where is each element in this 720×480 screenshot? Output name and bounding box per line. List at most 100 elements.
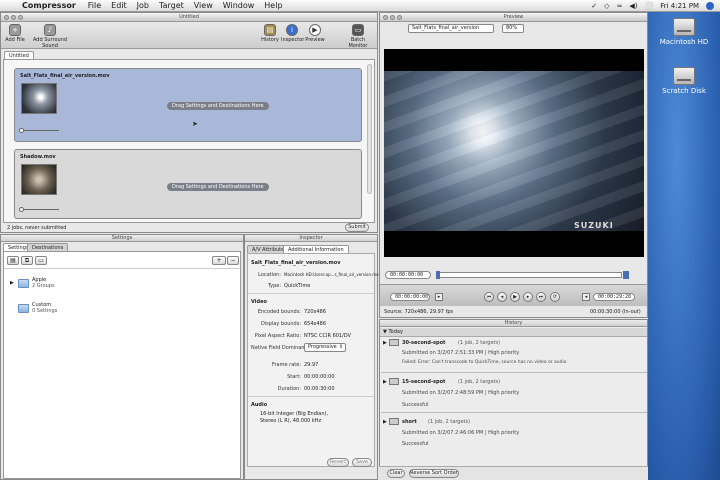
folder-icon[interactable]: ▭ (35, 256, 47, 265)
settings-folder-apple[interactable]: Apple 2 Groups (18, 277, 55, 289)
history-item-result: Failed: Error: Can't transcode to QuickT… (402, 360, 567, 365)
menu-help[interactable]: Help (264, 1, 282, 10)
history-button[interactable]: ▤ History (261, 24, 279, 43)
save-button[interactable]: Save (352, 458, 372, 467)
menu-target[interactable]: Target (159, 1, 184, 10)
revert-button[interactable]: Revert (327, 458, 349, 467)
settings-folder-custom[interactable]: Custom 0 Settings (18, 302, 57, 314)
mouse-cursor-icon: ➤ (192, 120, 198, 128)
preview-button[interactable]: ▶ Preview (305, 24, 325, 43)
menu-edit[interactable]: Edit (111, 1, 127, 10)
inspector-button[interactable]: i Inspector (281, 24, 304, 43)
duplicate-icon[interactable]: ⧉ (21, 256, 33, 265)
preview-titlebar: Preview (380, 13, 647, 22)
history-item-result: Successful (402, 402, 429, 408)
zoom-button[interactable] (18, 15, 23, 20)
field-dominance-select[interactable]: Progressive ⇕ (304, 343, 346, 352)
out-point-timecode[interactable]: 00:00:29:20 (593, 293, 635, 301)
close-button[interactable] (383, 15, 388, 20)
start-value: 00:00:00:00 (304, 374, 335, 380)
battery-icon[interactable]: ⬜ (645, 2, 654, 10)
history-item[interactable]: ▶ 15-second-spot (1 job, 2 targets) Subm… (381, 377, 647, 413)
minimize-button[interactable] (390, 15, 395, 20)
add-file-button[interactable]: + Add File (5, 24, 25, 43)
desktop-disk-macintosh-hd[interactable]: Macintosh HD (648, 18, 720, 46)
job-item-salt-flats[interactable]: Salt_Flats_final_air_version.mov Drag Se… (14, 68, 362, 142)
out-point-marker[interactable] (623, 271, 629, 279)
history-item-name: 15-second-spot (402, 379, 446, 385)
history-item-submitted: Submitted on 3/2/07 2:51:33 PM | High pr… (402, 350, 520, 356)
menu-window[interactable]: Window (223, 1, 255, 10)
wifi-icon[interactable]: ≈ (617, 2, 623, 10)
disk-label: Scratch Disk (662, 87, 706, 95)
batch-job-list: Salt_Flats_final_air_version.mov Drag Se… (3, 59, 375, 223)
remove-setting-button[interactable]: − (227, 256, 239, 265)
display-bounds-value: 654x486 (304, 321, 327, 327)
speaker-icon: ♪ (44, 24, 56, 36)
add-surround-button[interactable]: ♪ Add Surround Sound (27, 24, 73, 49)
disclosure-triangle-icon[interactable]: ▶ (383, 419, 387, 425)
settings-pane: ▤ ⧉ ▭ + − ▶ Apple 2 Groups Custom 0 Settin… (3, 251, 241, 479)
step-back-icon[interactable]: ◂ (497, 292, 507, 302)
close-button[interactable] (4, 15, 9, 20)
source-select[interactable]: Salt_Flats_final_air_version (408, 24, 494, 33)
inspector-window: Inspector A/V Attributes Additional Info… (244, 234, 381, 480)
mark-in-icon[interactable]: ▸ (435, 293, 443, 301)
frame-rate-label: Frame rate: (271, 362, 301, 368)
play-button[interactable]: ▶ (510, 292, 520, 302)
menu-app-name[interactable]: Compressor (22, 1, 76, 10)
add-setting-button[interactable]: + (212, 256, 226, 265)
reverse-sort-order-button[interactable]: Reverse Sort Order (409, 469, 459, 478)
clock[interactable]: Fri 4:21 PM (660, 2, 699, 10)
disclosure-triangle-icon[interactable]: ▶ (10, 280, 14, 286)
batch-scrollbar[interactable] (367, 64, 372, 194)
type-value: QuickTime (284, 283, 311, 289)
go-to-end-icon[interactable]: ⏭ (536, 292, 546, 302)
step-forward-icon[interactable]: ▸ (523, 292, 533, 302)
zoom-select[interactable]: 80% (502, 24, 524, 33)
slider-knob[interactable] (19, 207, 24, 212)
clear-button[interactable]: Clear (387, 469, 405, 478)
submit-button[interactable]: Submit (345, 223, 369, 232)
menu-job[interactable]: Job (137, 1, 149, 10)
history-item[interactable]: ▶ short (1 job, 2 targets) Submitted on … (381, 417, 647, 451)
desktop-disk-scratch[interactable]: Scratch Disk (648, 67, 720, 95)
go-to-start-icon[interactable]: ⏮ (484, 292, 494, 302)
batch-monitor-button[interactable]: ▭ Batch Monitor (341, 24, 375, 49)
batch-toolbar: + Add File ♪ Add Surround Sound ▤ History i… (1, 22, 377, 49)
disclosure-triangle-icon[interactable]: ▶ (383, 340, 387, 346)
zoom-button[interactable] (397, 15, 402, 20)
batch-icon (389, 418, 399, 425)
history-group-header[interactable]: ▼ Today (380, 328, 647, 337)
job-thumbnail (21, 83, 57, 114)
menu-file[interactable]: File (88, 1, 101, 10)
batch-title: Untitled (179, 14, 199, 20)
video-viewer[interactable]: SUZUKI (384, 49, 644, 257)
timeline-scrubber[interactable] (436, 272, 622, 278)
in-point-timecode[interactable]: 00:00:00:00 (390, 293, 430, 301)
divider (248, 293, 374, 294)
source-info: Source: 720x486, 29.97 fps (384, 309, 454, 315)
poster-frame-slider[interactable] (21, 130, 59, 131)
job-name: Shadow.mov (20, 154, 56, 160)
menu-view[interactable]: View (194, 1, 213, 10)
menu-status-icon-1[interactable]: ✓ (591, 2, 597, 10)
job-item-shadow[interactable]: Shadow.mov Drag Settings and Destination… (14, 149, 362, 219)
minimize-button[interactable] (11, 15, 16, 20)
preview-window: Preview Salt_Flats_final_air_version 80%… (379, 12, 648, 318)
mark-out-icon[interactable]: ◂ (582, 293, 590, 301)
playhead[interactable] (436, 271, 440, 279)
disclosure-triangle-icon[interactable]: ▶ (383, 379, 387, 385)
batch-window: Untitled + Add File ♪ Add Surround Sound ▤… (0, 12, 378, 233)
history-item[interactable]: ▶ 30-second-spot (1 job, 2 targets) Subm… (381, 338, 647, 373)
slider-knob[interactable] (19, 128, 24, 133)
folder-count: 2 Groups (32, 283, 55, 289)
spotlight-icon[interactable] (706, 2, 714, 10)
volume-icon[interactable]: ◀) (629, 2, 637, 10)
new-folder-icon[interactable]: ▤ (7, 256, 19, 265)
menu-status-icon-2[interactable]: ◇ (604, 2, 609, 10)
current-timecode[interactable]: 00:00:00:00 (385, 271, 431, 279)
poster-frame-slider[interactable] (21, 209, 59, 210)
window-controls (4, 15, 23, 20)
loop-icon[interactable]: ⟳ (550, 292, 560, 302)
